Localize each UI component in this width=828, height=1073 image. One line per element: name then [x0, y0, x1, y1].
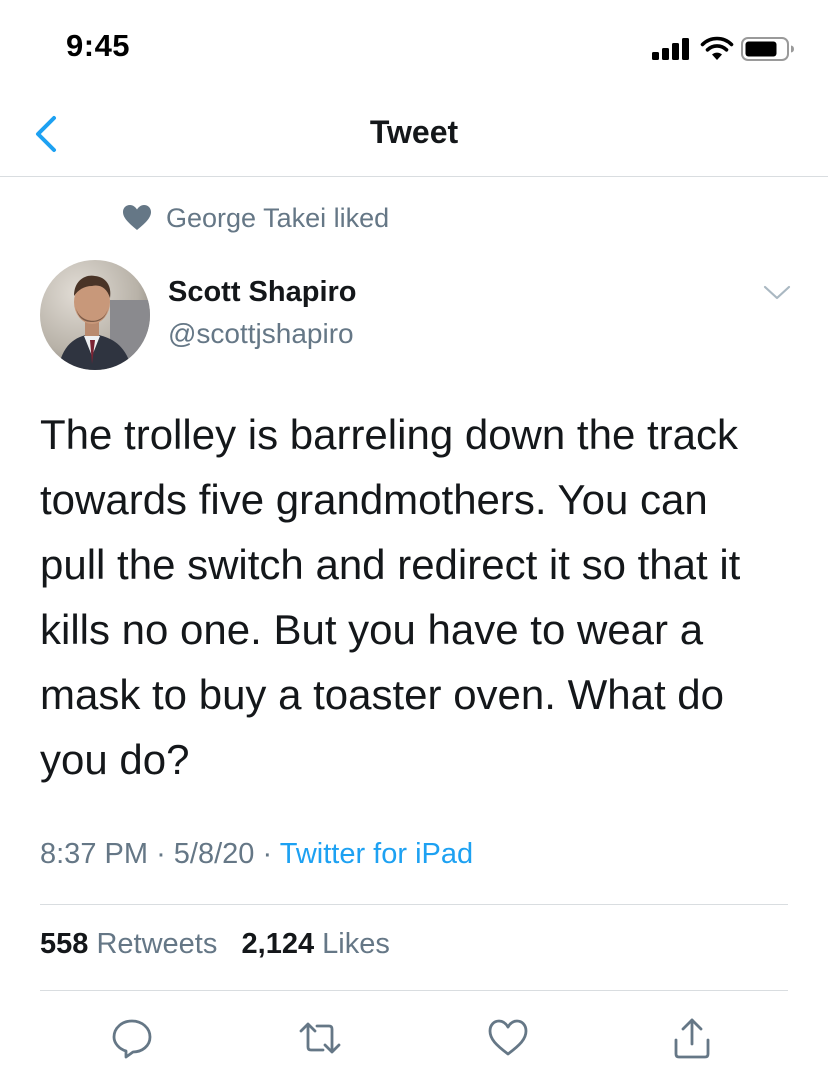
page-title: Tweet [369, 114, 459, 150]
retweets-count: 558 [40, 928, 89, 960]
retweets-label: Retweets [96, 928, 218, 960]
tweet-time: 8:37 PM [40, 838, 148, 870]
chevron-down-icon[interactable] [762, 282, 792, 304]
like-icon[interactable] [486, 1016, 530, 1060]
retweets-stat[interactable]: 558 Retweets [40, 928, 225, 960]
wifi-icon [700, 36, 734, 60]
cellular-signal-icon [652, 38, 692, 60]
avatar-photo [40, 260, 150, 370]
tweet-text: The trolley is barreling down the track … [40, 411, 741, 783]
social-context-text: George Takei liked [166, 202, 390, 233]
tweet-metadata: 8:37 PM · 5/8/20 · Twitter for iPad [40, 838, 473, 871]
tweet-date: 5/8/20 [173, 838, 255, 870]
divider [40, 904, 788, 905]
status-bar: 9:45 [0, 0, 828, 96]
heart-icon [123, 205, 151, 230]
author-name[interactable]: Scott Shapiro [168, 276, 357, 309]
share-icon[interactable] [670, 1016, 714, 1060]
social-context[interactable]: George Takei liked [122, 200, 389, 236]
navigation-bar: Tweet [0, 96, 828, 177]
likes-count: 2,124 [241, 928, 315, 960]
reply-icon[interactable] [110, 1016, 154, 1060]
likes-label: Likes [322, 928, 390, 960]
author-handle[interactable]: @scottjshapiro [168, 318, 354, 350]
tweet-source-link[interactable]: Twitter for iPad [280, 838, 473, 870]
retweet-icon[interactable] [298, 1016, 342, 1060]
meta-separator: · [262, 838, 273, 870]
status-time: 9:45 [66, 28, 131, 63]
battery-icon [741, 37, 794, 61]
divider [40, 990, 788, 991]
likes-stat[interactable]: 2,124 Likes [242, 928, 390, 960]
avatar[interactable] [40, 260, 150, 370]
meta-separator: · [156, 838, 166, 870]
tweet-stats: 558 Retweets 2,124 Likes [40, 928, 390, 961]
